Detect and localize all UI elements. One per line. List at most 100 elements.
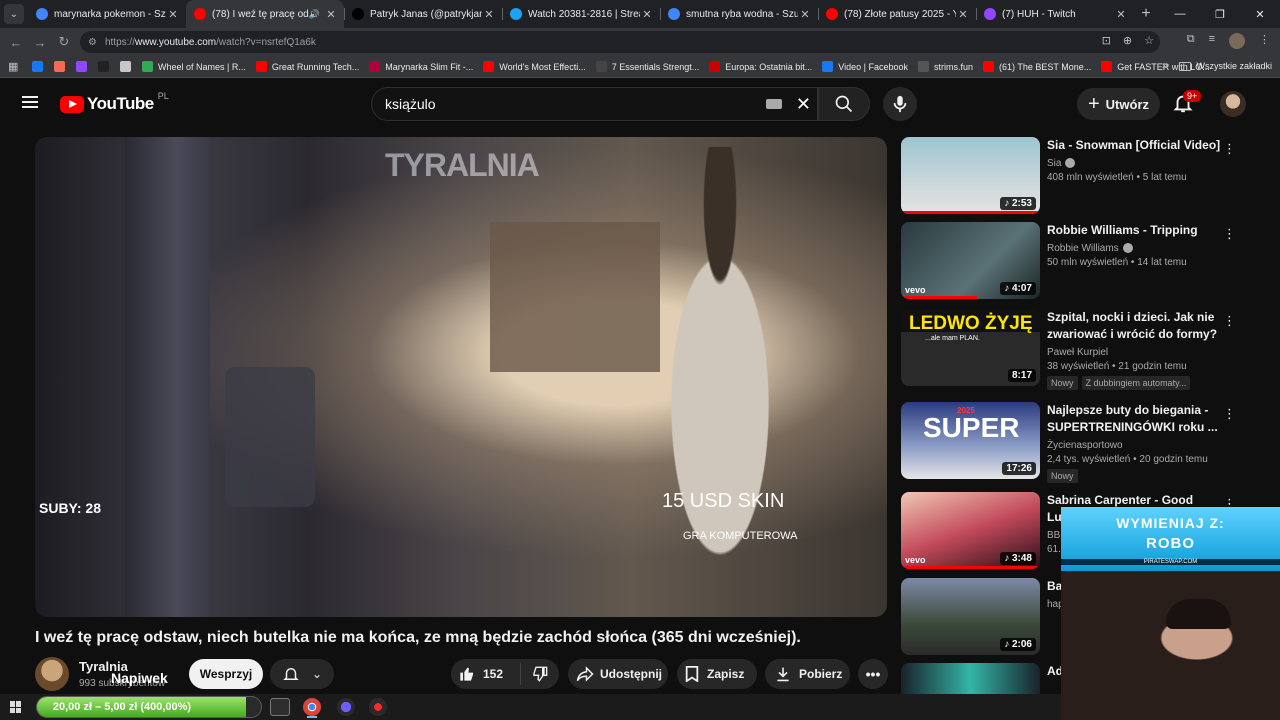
video-player[interactable]: TYRALNIA SUBY: 28 15 USD SKIN GRA KOMPUT…	[35, 137, 887, 617]
search-icon	[835, 95, 853, 113]
bookmark-favicon-icon	[918, 61, 930, 72]
video-thumbnail[interactable]: SUPER 2025 17:26	[901, 402, 1040, 479]
extensions-icon[interactable]: ⧉	[1187, 33, 1195, 49]
forward-icon[interactable]: →	[28, 35, 52, 50]
obs-app-icon[interactable]	[337, 698, 355, 716]
address-bar[interactable]: ⚙ https://www.youtube.com/watch?v=nsrtef…	[80, 31, 1160, 53]
browser-tab[interactable]: smutna ryba wodna - Szukaj w✕	[660, 0, 818, 28]
bookmark-favicon-icon	[709, 61, 721, 72]
install-app-icon[interactable]: ⊡	[1102, 34, 1111, 47]
more-vertical-icon[interactable]: ⋮	[1223, 313, 1236, 329]
bookmark-item[interactable]: Wheel of Names | R...	[142, 61, 246, 72]
like-button[interactable]: 152	[451, 663, 521, 685]
close-tab-icon[interactable]: ✕	[1114, 8, 1128, 21]
close-window-icon[interactable]: ✕	[1240, 8, 1280, 21]
recording-app-icon[interactable]	[369, 698, 387, 716]
menu-icon[interactable]	[22, 96, 38, 108]
more-vertical-icon[interactable]: ⋮	[1223, 141, 1236, 157]
tab-search-button[interactable]: ⌄	[4, 4, 24, 24]
close-tab-icon[interactable]: ✕	[798, 8, 812, 21]
keyboard-icon[interactable]	[765, 99, 782, 109]
video-thumbnail[interactable]: vevo ♪ 4:07	[901, 222, 1040, 299]
more-bookmarks-icon[interactable]: »	[1162, 60, 1168, 72]
close-tab-icon[interactable]: ✕	[166, 8, 180, 21]
bookmark-item[interactable]: (61) The BEST Mone...	[983, 61, 1091, 72]
bookmark-item[interactable]: World's Most Effecti...	[483, 61, 586, 72]
video-title-link[interactable]: Robbie Williams - Tripping	[1047, 222, 1227, 239]
channel-name[interactable]: Sia	[1047, 158, 1061, 169]
bookmark-item[interactable]	[76, 61, 92, 72]
bookmark-item[interactable]: 7 Essentials Strengt...	[595, 61, 699, 72]
more-vertical-icon[interactable]: ⋮	[1223, 406, 1236, 422]
bookmark-item[interactable]: Marynarka Slim Fit -...	[369, 61, 473, 72]
dislike-button[interactable]	[521, 666, 559, 682]
account-avatar[interactable]	[1220, 91, 1246, 117]
browser-menu-icon[interactable]: ⋮	[1259, 33, 1270, 49]
restore-icon[interactable]: ❐	[1200, 8, 1240, 21]
browser-tab[interactable]: (78) Złote patusy 2025 - YouTu✕	[818, 0, 976, 28]
bookmark-item[interactable]: Great Running Tech...	[255, 61, 359, 72]
support-button[interactable]: Wesprzyj	[189, 659, 263, 689]
bookmark-star-icon[interactable]: ☆	[1144, 34, 1154, 47]
share-button[interactable]: Udostępnij	[568, 659, 668, 689]
recommended-video[interactable]: LEDWO ŻYJĘ ...ale mam PLAN. 8:17 Szpital, n…	[901, 309, 1241, 390]
zoom-icon[interactable]: ⊕	[1123, 34, 1132, 47]
bookmark-item[interactable]: Europa: Ostatnia bit...	[709, 61, 812, 72]
profile-avatar[interactable]	[1229, 33, 1245, 49]
search-button[interactable]	[818, 87, 870, 121]
channel-name[interactable]: Paweł Kurpiel	[1047, 347, 1108, 358]
bookmark-item[interactable]	[54, 61, 70, 72]
bookmark-item[interactable]: strims.fun	[918, 61, 973, 72]
more-actions-button[interactable]: •••	[858, 659, 888, 689]
bookmark-item[interactable]	[98, 61, 114, 72]
channel-name[interactable]: Robbie Williams	[1047, 243, 1119, 254]
windows-start-icon[interactable]	[10, 701, 22, 713]
video-title-link[interactable]: Szpital, nocki i dzieci. Jak nie zwariow…	[1047, 309, 1227, 343]
reload-icon[interactable]: ↻	[52, 34, 76, 50]
browser-tab[interactable]: marynarka pokemon - Szukaj w✕	[28, 0, 186, 28]
media-controls-icon[interactable]: ≡	[1209, 33, 1215, 49]
close-tab-icon[interactable]: ✕	[324, 8, 338, 21]
new-tab-button[interactable]: +	[1134, 5, 1158, 23]
video-thumbnail[interactable]: LEDWO ŻYJĘ ...ale mam PLAN. 8:17	[901, 309, 1040, 386]
close-tab-icon[interactable]: ✕	[482, 8, 496, 21]
download-button[interactable]: Pobierz	[765, 659, 850, 689]
back-icon[interactable]: ←	[4, 35, 28, 50]
video-title-link[interactable]: Najlepsze buty do biegania - SUPERTRENIN…	[1047, 402, 1227, 436]
minimize-icon[interactable]: —	[1160, 8, 1200, 20]
browser-tab[interactable]: (78) I weź tę pracę odstaw,🔊 ✕	[186, 0, 344, 28]
close-tab-icon[interactable]: ✕	[640, 8, 654, 21]
chrome-app-icon[interactable]	[303, 698, 321, 716]
save-button[interactable]: Zapisz	[677, 659, 757, 689]
subscription-bell-button[interactable]: ⌄	[270, 659, 334, 689]
recommended-video[interactable]: SUPER 2025 17:26 Najlepsze buty do biegania…	[901, 402, 1241, 483]
video-thumbnail[interactable]: ♪ 2:06	[901, 578, 1040, 655]
all-bookmarks-button[interactable]: Wszystkie zakładki	[1179, 61, 1272, 71]
browser-tab[interactable]: Watch 20381-2816 | Streamabl✕	[502, 0, 660, 28]
bookmark-item[interactable]	[32, 61, 48, 72]
voice-search-button[interactable]	[883, 87, 917, 121]
video-frame-door	[125, 137, 210, 617]
browser-tab[interactable]: (7) HUH - Twitch ✕	[976, 0, 1134, 28]
bookmark-item[interactable]	[120, 61, 136, 72]
channel-avatar[interactable]	[35, 657, 69, 691]
youtube-logo[interactable]: YouTube PL	[60, 91, 169, 114]
search-input[interactable]: książulo ✕	[371, 87, 818, 121]
browser-tab[interactable]: Patryk Janas (@patrykjanasoffi✕	[344, 0, 502, 28]
recommended-video[interactable]: ♪ 2:53 Sia - Snowman [Official Video] Sia 4…	[901, 137, 1241, 217]
close-tab-icon[interactable]: ✕	[956, 8, 970, 21]
video-thumbnail[interactable]: ♪ 2:53	[901, 137, 1040, 214]
recommended-video[interactable]: vevo ♪ 4:07 Robbie Williams - Tripping Robb…	[901, 222, 1241, 302]
clear-search-icon[interactable]: ✕	[796, 94, 811, 115]
speaker-icon[interactable]: 🔊	[309, 9, 320, 20]
create-button[interactable]: + Utwórz	[1077, 88, 1160, 120]
notifications-button[interactable]: 9+	[1172, 90, 1202, 116]
bookmark-item[interactable]: Video | Facebook	[822, 61, 908, 72]
terminal-app-icon[interactable]	[270, 698, 290, 716]
more-vertical-icon[interactable]: ⋮	[1223, 226, 1236, 242]
channel-name[interactable]: Życienasportowo	[1047, 440, 1123, 451]
video-title-link[interactable]: Sia - Snowman [Official Video]	[1047, 137, 1227, 154]
video-thumbnail[interactable]: vevo ♪ 3:48	[901, 492, 1040, 569]
site-info-icon[interactable]: ⚙	[88, 37, 97, 48]
apps-grid-icon[interactable]: ▦	[8, 61, 20, 73]
